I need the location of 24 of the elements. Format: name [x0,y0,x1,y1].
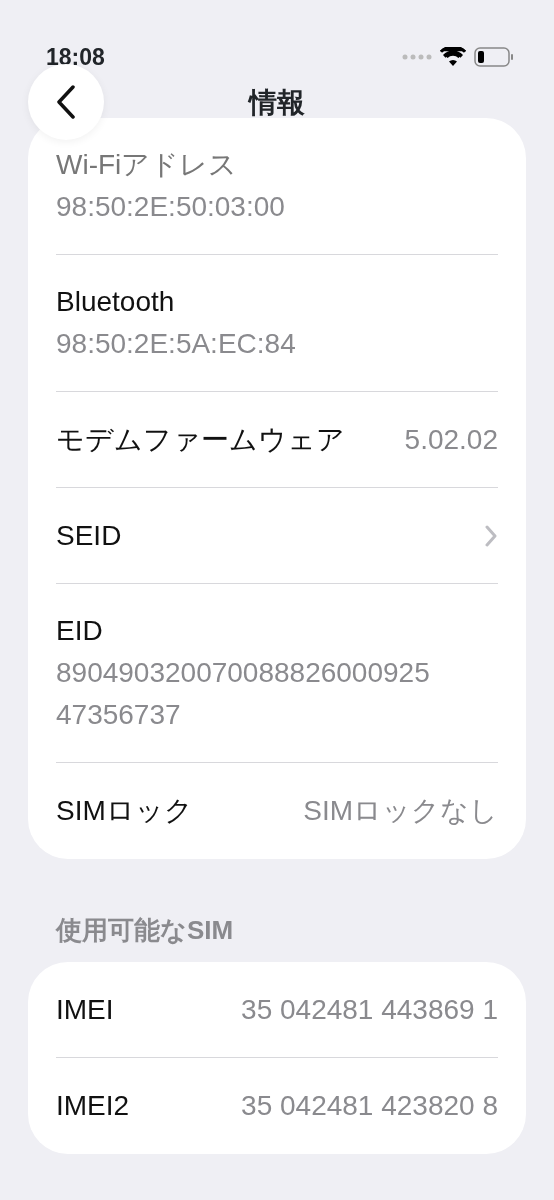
row-value: 98:50:2E:50:03:00 [56,190,286,224]
section-header: 使用可能なSIM [56,914,235,947]
row-value: 35 042481 423820 8 [241,1089,498,1123]
row-label: Bluetooth [56,285,176,319]
row-value: SIMロックなし [303,794,498,828]
row-label: モデムファームウェア [56,422,345,457]
wifi-icon [440,47,466,67]
signal-icon [402,54,432,60]
row-value: 5.02.02 [404,422,498,457]
row-value: 35 042481 443869 1 [241,992,498,1027]
chevron-left-icon [56,85,76,119]
list-item[interactable]: SEID [56,488,498,584]
battery-icon [474,47,514,67]
row-label: EID [56,614,104,648]
status-time: 18:08 [46,42,105,72]
row-value: 89049032007008882600092547356737 [56,656,430,732]
page-title: 情報 [249,86,305,120]
chevron-right-icon [484,524,498,547]
row-label: IMEI2 [56,1089,130,1123]
row-label: SIMロック [56,794,193,828]
row-label: SEID [56,518,122,553]
row-label: Wi-Fiアドレス [56,148,239,182]
row-label: IMEI [56,992,114,1027]
row-value: 98:50:2E:5A:EC:84 [56,327,297,361]
